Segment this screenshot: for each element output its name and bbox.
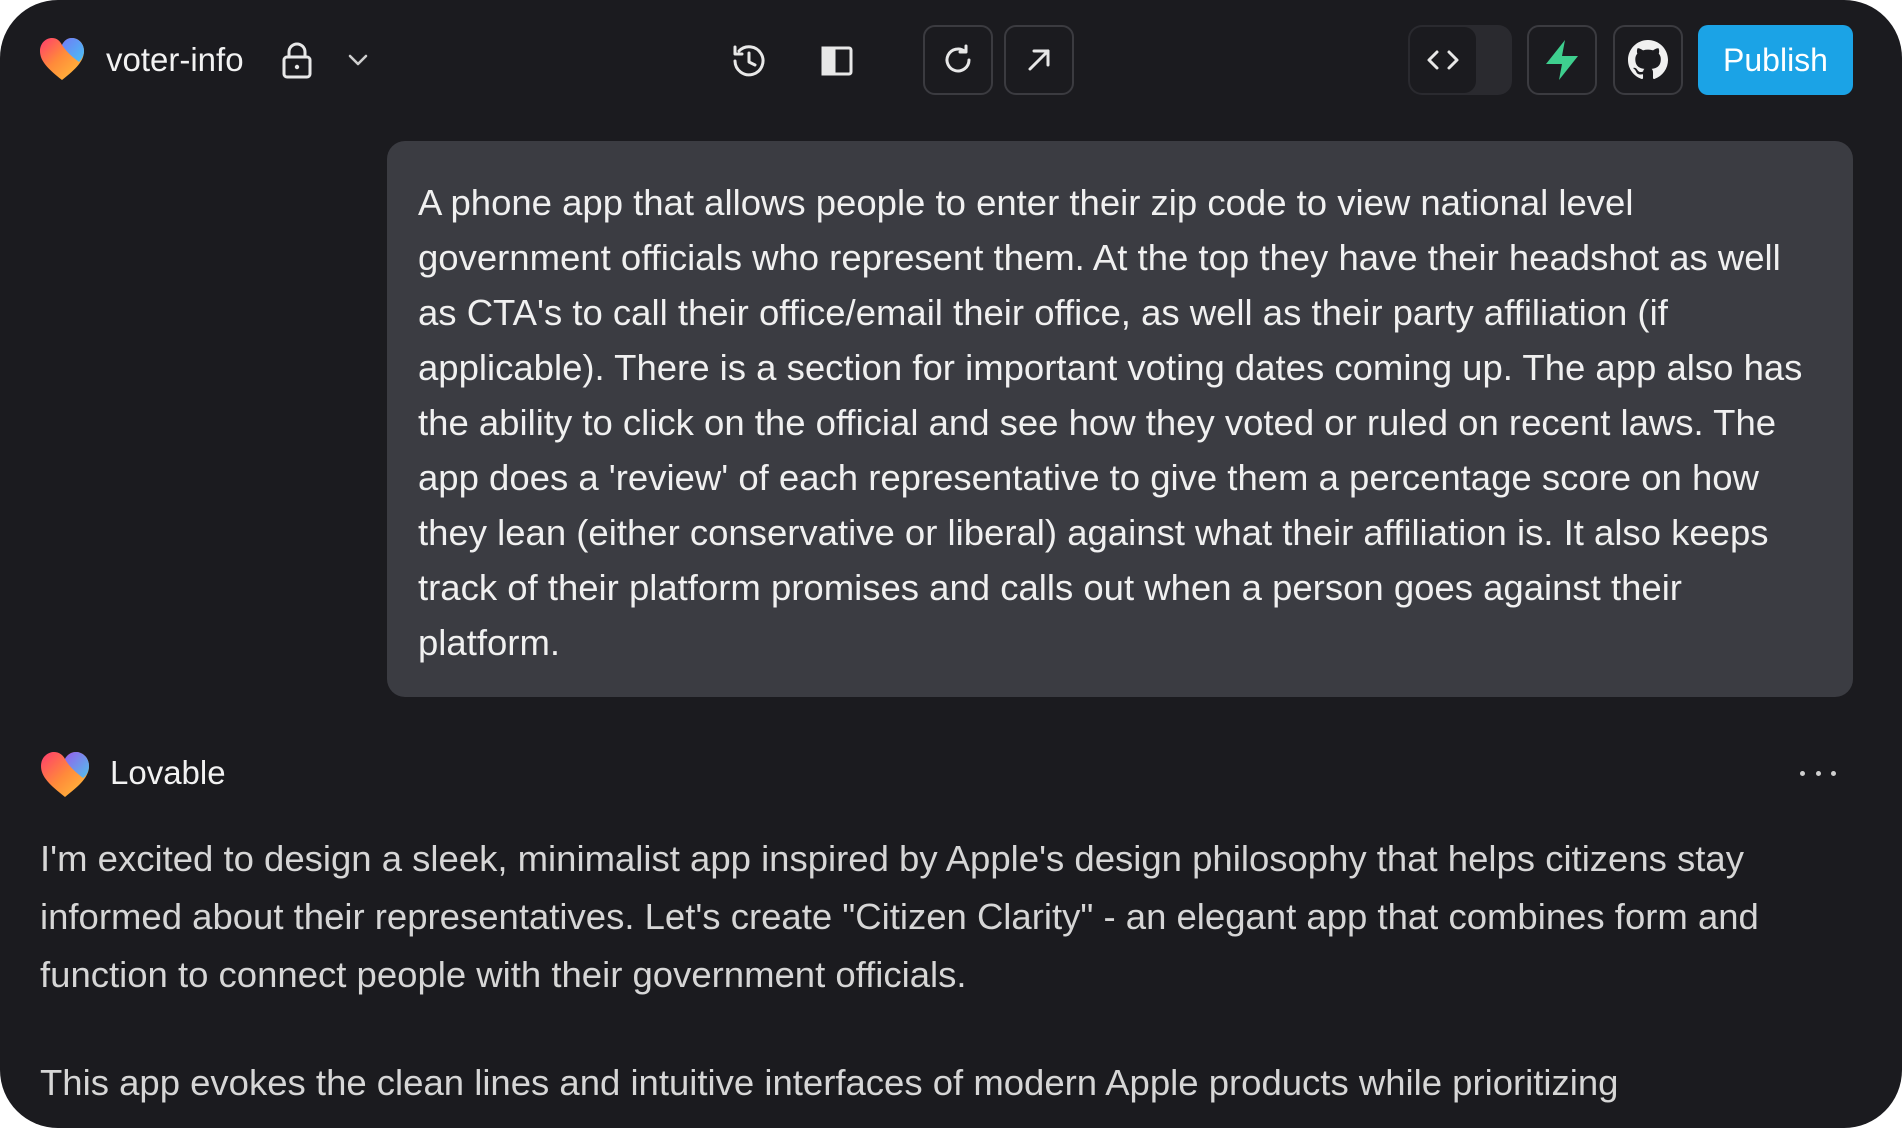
more-dot bbox=[1800, 770, 1805, 776]
lock-icon[interactable] bbox=[280, 42, 314, 80]
sidebar-toggle-icon bbox=[821, 46, 853, 76]
publish-button[interactable]: Publish bbox=[1698, 25, 1853, 95]
assistant-paragraph: This app evokes the clean lines and intu… bbox=[40, 1062, 1619, 1103]
more-dot bbox=[1831, 770, 1836, 776]
supabase-button[interactable] bbox=[1527, 25, 1597, 95]
lovable-heart-icon[interactable] bbox=[38, 36, 86, 82]
assistant-name: Lovable bbox=[110, 754, 226, 791]
user-message-text: A phone app that allows people to enter … bbox=[418, 182, 1803, 663]
bolt-icon bbox=[1546, 40, 1578, 80]
history-button[interactable] bbox=[724, 36, 774, 86]
github-button[interactable] bbox=[1613, 25, 1683, 95]
assistant-paragraph: I'm excited to design a sleek, minimalis… bbox=[40, 838, 1759, 995]
project-name[interactable]: voter-info bbox=[106, 38, 244, 82]
sidebar-toggle-button[interactable] bbox=[812, 36, 862, 86]
top-bar: voter-info Publish bbox=[0, 0, 1902, 120]
chevron-down-icon[interactable] bbox=[343, 48, 373, 72]
code-icon bbox=[1427, 50, 1459, 70]
app-window: voter-info Publish A phone app that allo… bbox=[0, 0, 1902, 1128]
open-external-button[interactable] bbox=[1004, 25, 1074, 95]
refresh-icon bbox=[945, 44, 971, 73]
history-icon bbox=[733, 45, 765, 77]
open-external-icon bbox=[1028, 49, 1050, 71]
user-message-bubble: A phone app that allows people to enter … bbox=[387, 141, 1853, 697]
refresh-button[interactable] bbox=[923, 25, 993, 95]
github-icon bbox=[1628, 40, 1668, 80]
code-view-toggle[interactable] bbox=[1408, 25, 1512, 95]
more-options-icon[interactable] bbox=[1800, 758, 1836, 788]
lovable-avatar-icon bbox=[41, 752, 89, 797]
code-toggle-knob[interactable] bbox=[1410, 27, 1476, 93]
more-dot bbox=[1815, 770, 1821, 776]
